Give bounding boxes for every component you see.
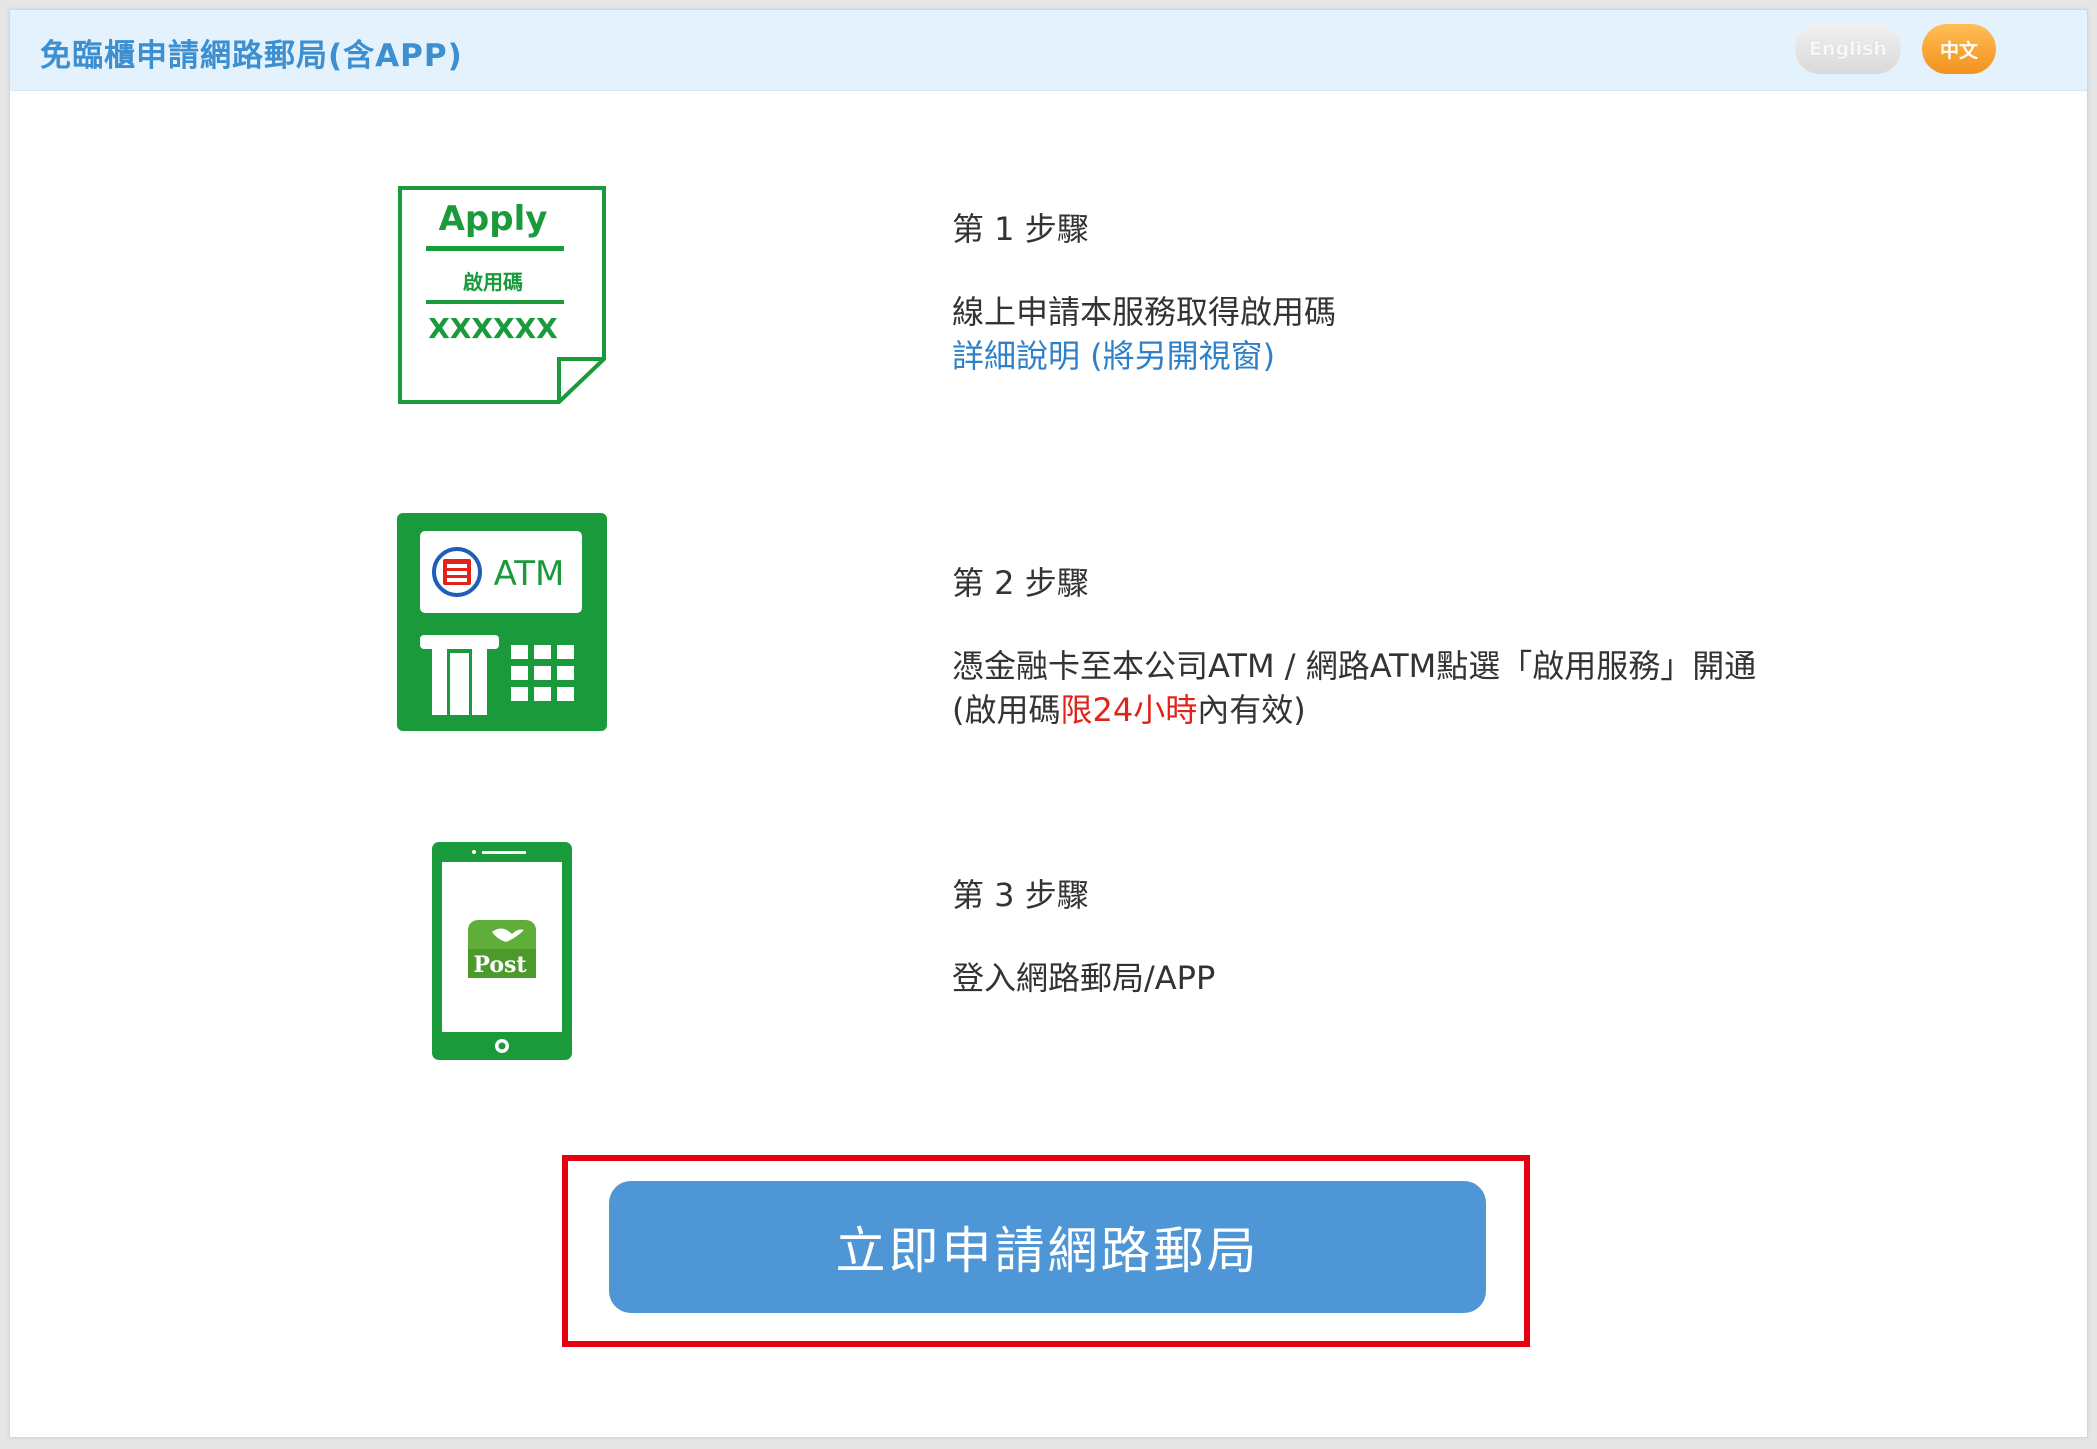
note-suffix: 內有效) (1197, 691, 1306, 729)
atm-machine-icon: ATM (397, 513, 609, 737)
step-2-validity-note: (啟用碼限24小時內有效) (952, 688, 1756, 732)
step-1-detail-link[interactable]: 詳細說明 (將另開視窗) (952, 334, 1336, 378)
step-1-text: 第 1 步驟 線上申請本服務取得啟用碼 詳細說明 (將另開視窗) (952, 204, 1336, 378)
atm-label: ATM (494, 554, 565, 594)
validity-highlight: 限24小時 (1060, 691, 1198, 729)
english-language-button[interactable]: English (1795, 24, 1901, 74)
apply-now-button[interactable]: 立即申請網路郵局 (609, 1181, 1486, 1313)
activation-code-label: 啟用碼 (463, 270, 523, 294)
mobile-post-app-icon: Post (432, 842, 574, 1066)
header-bar: 免臨櫃申請網路郵局(含APP) English 中文 (10, 10, 2087, 91)
note-prefix: (啟用碼 (952, 691, 1061, 729)
apply-document-icon: Apply 啟用碼 XXXXXX (397, 185, 609, 409)
step-1-description: 線上申請本服務取得啟用碼 (952, 293, 1337, 331)
post-app-label: Post (473, 952, 527, 978)
page-frame: 免臨櫃申請網路郵局(含APP) English 中文 Apply 啟用碼 XXX… (9, 9, 2088, 1438)
step-3-title: 第 3 步驟 (952, 876, 1089, 914)
step-3-description: 登入網路郵局/APP (952, 959, 1216, 997)
activation-code-mask: XXXXXX (428, 312, 558, 345)
step-3-text: 第 3 步驟 登入網路郵局/APP (952, 870, 1215, 1000)
apply-label: Apply (439, 199, 548, 239)
chinese-language-button[interactable]: 中文 (1922, 24, 1996, 74)
step-1-title: 第 1 步驟 (952, 210, 1089, 248)
page-title: 免臨櫃申請網路郵局(含APP) (40, 38, 463, 74)
step-2-description: 憑金融卡至本公司ATM / 網路ATM點選「啟用服務」開通 (952, 647, 1757, 685)
step-2-title: 第 2 步驟 (952, 564, 1089, 602)
step-2-text: 第 2 步驟 憑金融卡至本公司ATM / 網路ATM點選「啟用服務」開通 (啟用… (952, 558, 1756, 732)
